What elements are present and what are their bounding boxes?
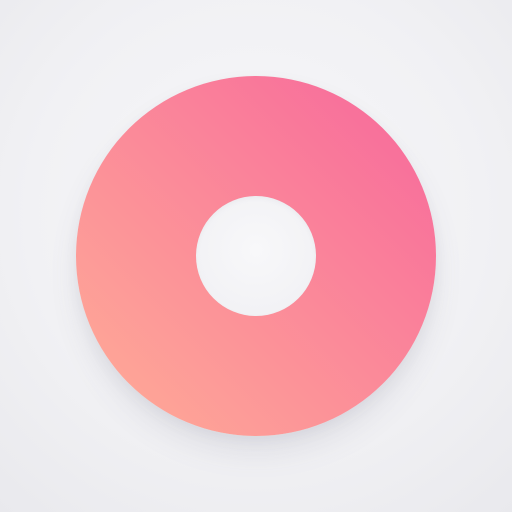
ring-hole <box>196 196 316 316</box>
app-icon <box>0 0 512 512</box>
